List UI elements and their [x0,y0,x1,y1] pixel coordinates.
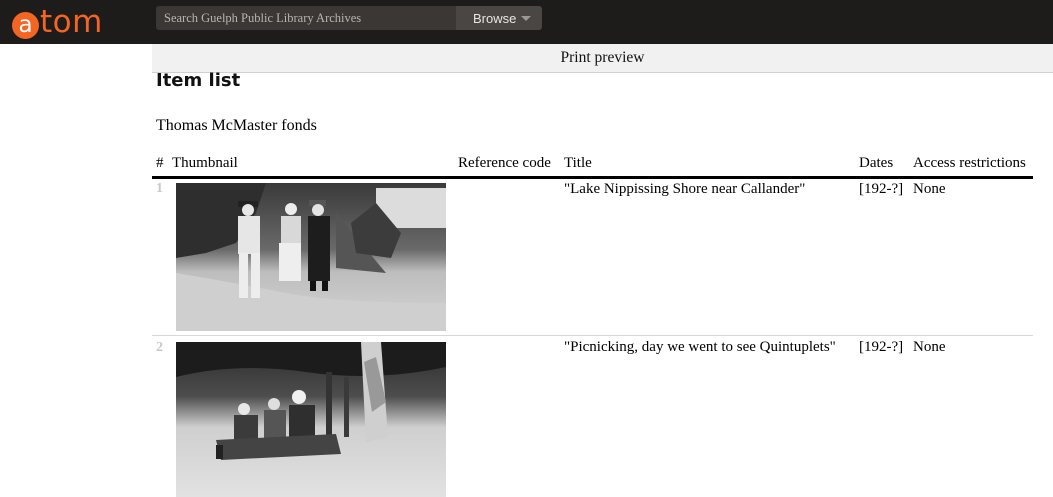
browse-menu-button[interactable]: Browse [456,6,542,30]
title-cell[interactable]: "Lake Nippissing Shore near Callander" [564,181,805,198]
top-header-bar: a tom Browse [0,0,1053,44]
row-number: 2 [156,340,163,355]
photo-thumbnail-lake-shore[interactable] [176,183,446,331]
dates-cell: [192-?] [859,181,904,197]
print-preview-label: Print preview [560,49,645,66]
fonds-title: Thomas McMaster fonds [156,117,317,134]
access-restrictions-cell: None [913,339,946,355]
column-header-thumbnail: Thumbnail [172,155,238,171]
column-header-reference-code: Reference code [458,155,551,171]
access-restrictions-cell: None [913,181,946,197]
page-title: Item list [156,70,241,91]
column-header-title: Title [564,155,592,171]
print-preview-bar[interactable]: Print preview [152,44,1053,73]
browse-label: Browse [473,10,517,26]
column-header-dates: Dates [859,155,894,171]
photo-thumbnail-picnic[interactable] [176,342,446,497]
row-divider [152,335,1033,336]
atom-logo-mark: a [12,11,39,39]
atom-logo-text: tom [40,3,103,40]
dates-cell: [192-?] [859,339,904,355]
table-header-divider [152,176,1033,179]
atom-logo[interactable]: a tom [12,0,103,44]
column-header-number: # [156,155,164,171]
photo-image [176,183,446,331]
photo-image [176,342,446,497]
search-input[interactable] [156,6,456,30]
chevron-down-icon [521,16,531,21]
column-header-access-restrictions: Access restrictions [913,155,1026,171]
title-cell[interactable]: "Picnicking, day we went to see Quintupl… [564,339,836,356]
row-number: 1 [156,181,163,196]
